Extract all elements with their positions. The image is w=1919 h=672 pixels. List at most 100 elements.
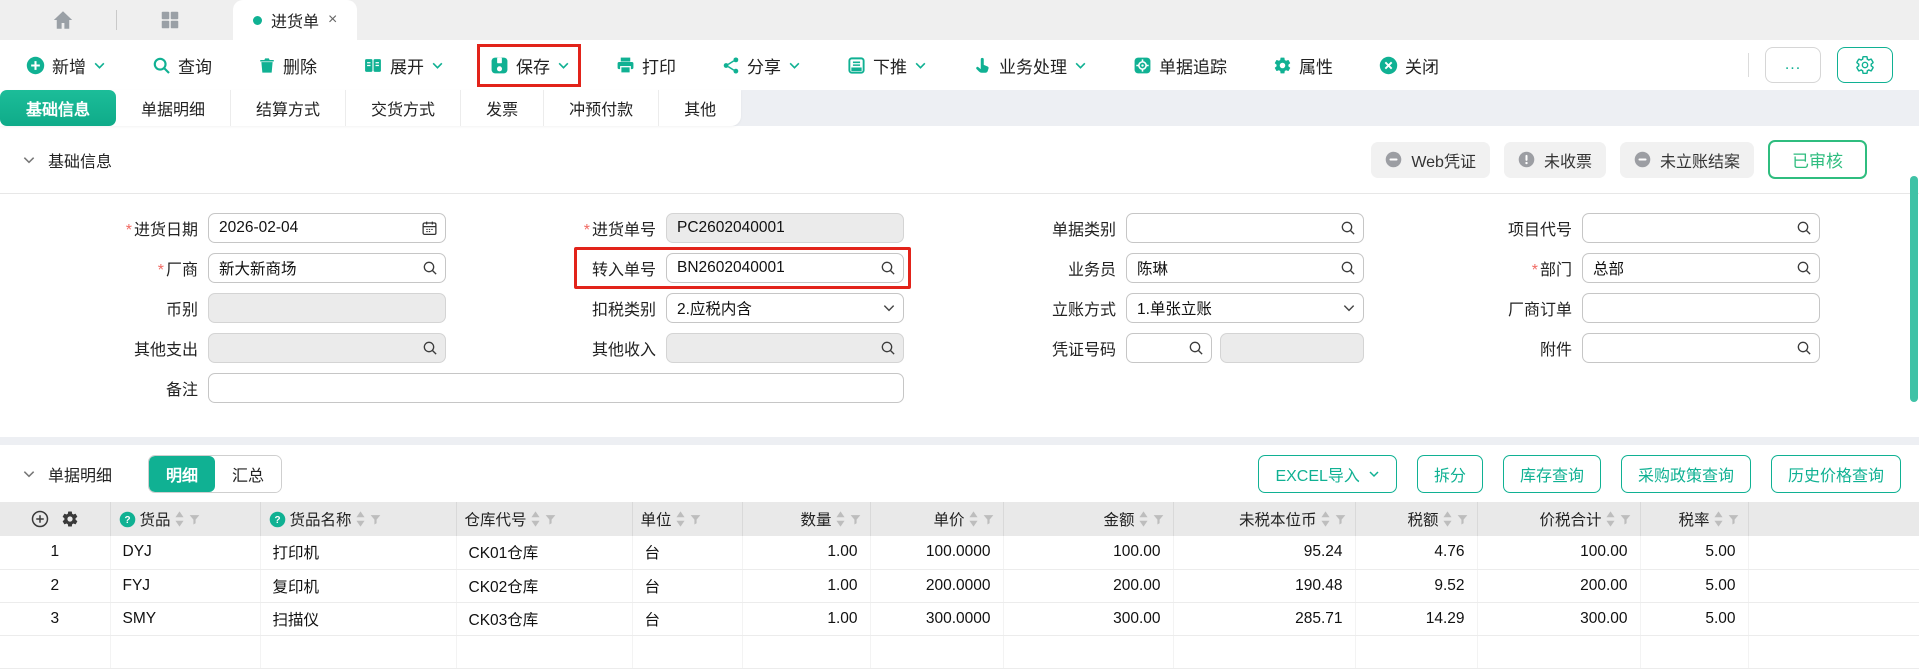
sort-icons[interactable]: [531, 511, 540, 527]
doc-category-field[interactable]: [1126, 213, 1364, 243]
col-item-name[interactable]: ? 货品名称: [269, 508, 448, 530]
col-net-amount[interactable]: 未税本位币: [1182, 508, 1347, 530]
attachment-field[interactable]: [1582, 333, 1820, 363]
add-row-icon[interactable]: [31, 510, 49, 528]
purchase-date-field[interactable]: 2026-02-04: [208, 213, 446, 243]
tab-document-detail[interactable]: 单据明细: [116, 90, 231, 126]
chevron-down-icon[interactable]: [882, 301, 896, 315]
sort-icons[interactable]: [1606, 511, 1615, 527]
col-tax[interactable]: 税额: [1364, 508, 1469, 530]
filter-icon[interactable]: [689, 513, 702, 526]
table-row[interactable]: 1 DYJ 打印机 CK01仓库 台 1.00 100.0000 100.00 …: [0, 536, 1919, 569]
filter-icon[interactable]: [849, 513, 862, 526]
print-button[interactable]: 打印: [616, 53, 676, 78]
query-button[interactable]: 查询: [152, 53, 212, 78]
delete-button[interactable]: 删除: [258, 53, 317, 78]
filter-icon[interactable]: [544, 513, 557, 526]
add-button[interactable]: 新增: [26, 53, 106, 78]
push-down-button[interactable]: 下推: [847, 53, 927, 78]
search-icon[interactable]: [1796, 220, 1812, 236]
salesperson-field[interactable]: 陈琳: [1126, 253, 1364, 283]
table-row[interactable]: 2 FYJ 复印机 CK02仓库 台 1.00 200.0000 200.00 …: [0, 569, 1919, 602]
table-row[interactable]: 3 SMY 扫描仪 CK03仓库 台 1.00 300.0000 300.00 …: [0, 602, 1919, 635]
search-icon[interactable]: [1340, 220, 1356, 236]
search-icon[interactable]: [1796, 340, 1812, 356]
other-expense-field[interactable]: [208, 333, 446, 363]
search-icon[interactable]: [422, 340, 438, 356]
apps-grid-icon[interactable]: [159, 9, 181, 31]
vendor-order-field[interactable]: [1582, 293, 1820, 323]
project-code-field[interactable]: [1582, 213, 1820, 243]
document-trace-button[interactable]: 单据追踪: [1133, 53, 1227, 78]
col-amount[interactable]: 金额: [1012, 508, 1165, 530]
tab-close-icon[interactable]: ×: [328, 11, 337, 29]
sort-icons[interactable]: [676, 511, 685, 527]
filter-icon[interactable]: [188, 513, 201, 526]
collapse-chevron-icon[interactable]: [22, 467, 36, 481]
tab-invoice[interactable]: 发票: [461, 90, 544, 126]
voucher-no-search-field[interactable]: [1126, 333, 1212, 363]
sort-icons[interactable]: [1443, 511, 1452, 527]
other-income-field[interactable]: [666, 333, 904, 363]
close-button[interactable]: 关闭: [1379, 53, 1439, 78]
booking-method-select[interactable]: 1.单张立账: [1126, 293, 1364, 323]
sort-icons[interactable]: [969, 511, 978, 527]
tab-offset-prepayment[interactable]: 冲预付款: [544, 90, 659, 126]
business-process-button[interactable]: 业务处理: [973, 53, 1087, 78]
filter-icon[interactable]: [1456, 513, 1469, 526]
tab-basic-info[interactable]: 基础信息: [0, 90, 116, 126]
toggle-summary-button[interactable]: 汇总: [215, 456, 281, 492]
department-field[interactable]: 总部: [1582, 253, 1820, 283]
toggle-detail-button[interactable]: 明细: [149, 456, 215, 492]
calendar-icon[interactable]: [421, 220, 438, 237]
filter-icon[interactable]: [369, 513, 382, 526]
sort-icons[interactable]: [836, 511, 845, 527]
search-icon[interactable]: [1796, 260, 1812, 276]
sort-icons[interactable]: [1139, 511, 1148, 527]
filter-icon[interactable]: [1152, 513, 1165, 526]
tab-other[interactable]: 其他: [659, 90, 741, 126]
save-button[interactable]: 保存: [490, 53, 570, 78]
search-icon[interactable]: [422, 260, 438, 276]
tab-delivery-method[interactable]: 交货方式: [346, 90, 461, 126]
inventory-query-button[interactable]: 库存查询: [1503, 455, 1601, 493]
col-quantity[interactable]: 数量: [751, 508, 862, 530]
col-unit-price[interactable]: 单价: [879, 508, 995, 530]
col-item-code[interactable]: ? 货品: [119, 508, 252, 530]
properties-button[interactable]: 属性: [1273, 53, 1333, 78]
col-total-with-tax[interactable]: 价税合计: [1486, 508, 1632, 530]
remark-field[interactable]: [208, 373, 904, 403]
col-tax-rate[interactable]: 税率: [1649, 508, 1740, 530]
filter-icon[interactable]: [1619, 513, 1632, 526]
settings-button[interactable]: [1837, 47, 1893, 83]
expand-button[interactable]: 展开: [363, 53, 444, 78]
home-icon[interactable]: [52, 9, 74, 31]
search-icon[interactable]: [1340, 260, 1356, 276]
share-button[interactable]: 分享: [722, 53, 801, 78]
search-icon[interactable]: [880, 340, 896, 356]
sort-icons[interactable]: [356, 511, 365, 527]
collapse-chevron-icon[interactable]: [22, 153, 36, 167]
excel-import-button[interactable]: EXCEL导入: [1258, 455, 1396, 493]
tax-category-select[interactable]: 2.应税内含: [666, 293, 904, 323]
transfer-no-field[interactable]: BN2602040001: [666, 253, 904, 283]
sort-icons[interactable]: [175, 511, 184, 527]
sort-icons[interactable]: [1321, 511, 1330, 527]
tab-settlement-method[interactable]: 结算方式: [231, 90, 346, 126]
filter-icon[interactable]: [1334, 513, 1347, 526]
vendor-field[interactable]: 新大新商场: [208, 253, 446, 283]
search-icon[interactable]: [880, 260, 896, 276]
history-price-query-button[interactable]: 历史价格查询: [1771, 455, 1901, 493]
sort-icons[interactable]: [1714, 511, 1723, 527]
column-settings-icon[interactable]: [61, 510, 79, 528]
filter-icon[interactable]: [1727, 513, 1740, 526]
col-unit[interactable]: 单位: [641, 508, 734, 530]
vertical-scrollbar-thumb[interactable]: [1910, 176, 1918, 402]
document-tab[interactable]: 进货单 ×: [233, 0, 357, 40]
search-icon[interactable]: [1188, 340, 1204, 356]
split-button[interactable]: 拆分: [1417, 455, 1483, 493]
more-button[interactable]: ...: [1765, 47, 1821, 83]
col-warehouse[interactable]: 仓库代号: [465, 508, 624, 530]
purchase-policy-query-button[interactable]: 采购政策查询: [1621, 455, 1751, 493]
chevron-down-icon[interactable]: [1342, 301, 1356, 315]
